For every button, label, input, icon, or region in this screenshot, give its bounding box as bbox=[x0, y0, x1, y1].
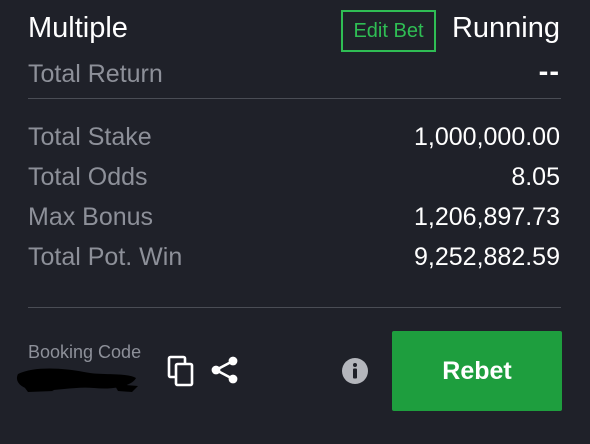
booking-code-redacted bbox=[16, 368, 138, 392]
rebet-button[interactable]: Rebet bbox=[392, 331, 562, 411]
clipped-top-text: ▔▔▔ bbox=[196, 0, 236, 8]
total-return-value: -- bbox=[538, 56, 560, 88]
total-stake-label: Total Stake bbox=[28, 123, 152, 151]
booking-code-label: Booking Code bbox=[28, 342, 142, 362]
copy-icon[interactable] bbox=[166, 355, 196, 387]
share-icon[interactable] bbox=[210, 355, 240, 385]
total-stake-value: 1,000,000.00 bbox=[414, 123, 560, 151]
total-odds-label: Total Odds bbox=[28, 163, 148, 191]
total-pot-win-label: Total Pot. Win bbox=[28, 243, 183, 271]
info-icon[interactable] bbox=[341, 357, 369, 385]
clipped-top-text: ▔▔▔▔ bbox=[468, 0, 521, 8]
max-bonus-label: Max Bonus bbox=[28, 203, 154, 231]
total-return-label: Total Return bbox=[28, 60, 163, 88]
edit-bet-button[interactable]: Edit Bet bbox=[341, 10, 436, 52]
total-pot-win-value: 9,252,882.59 bbox=[414, 243, 560, 271]
bet-status: Running bbox=[451, 12, 560, 44]
divider bbox=[28, 98, 561, 99]
total-odds-value: 8.05 bbox=[511, 163, 560, 191]
bet-type-title: Multiple bbox=[28, 12, 128, 44]
divider bbox=[28, 307, 561, 308]
max-bonus-value: 1,206,897.73 bbox=[414, 203, 560, 231]
